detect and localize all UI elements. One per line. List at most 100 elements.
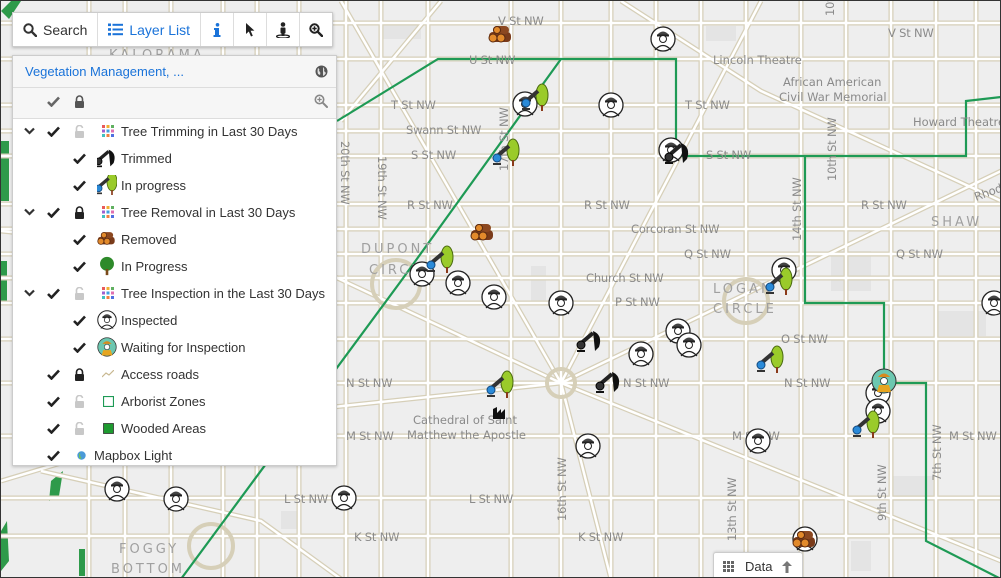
lock-toggle[interactable] bbox=[71, 118, 87, 144]
inspected-marker[interactable] bbox=[575, 433, 601, 459]
inspected-marker[interactable] bbox=[981, 290, 1001, 316]
layer-label[interactable]: Tree Removal in Last 30 Days bbox=[121, 199, 295, 225]
layer-row-tree-trimming: Tree Trimming in Last 30 Days bbox=[13, 118, 336, 144]
lock-all-icon bbox=[74, 94, 84, 108]
lock-toggle[interactable] bbox=[71, 361, 87, 387]
inspected-marker[interactable] bbox=[745, 428, 771, 454]
data-table-toggle[interactable]: Data bbox=[713, 552, 803, 577]
unlock-icon bbox=[74, 124, 84, 138]
visibility-checkbox[interactable] bbox=[45, 442, 61, 468]
logs-icon bbox=[97, 226, 117, 252]
toggle-all-visibility[interactable] bbox=[45, 88, 61, 114]
grid-legend-icon bbox=[101, 199, 115, 225]
visibility-checkbox[interactable] bbox=[71, 172, 87, 198]
inspected-marker[interactable] bbox=[598, 92, 624, 118]
layer-row-arborist-zones: Arborist Zones bbox=[13, 388, 336, 414]
visibility-checkbox[interactable] bbox=[45, 280, 61, 306]
svg-text:7th St NW: 7th St NW bbox=[930, 425, 944, 481]
layer-label[interactable]: Inspected bbox=[121, 307, 177, 333]
expand-toggle[interactable] bbox=[21, 280, 37, 306]
lock-toggle[interactable] bbox=[71, 388, 87, 414]
svg-text:10th St NW: 10th St NW bbox=[825, 117, 839, 181]
layer-label[interactable]: Access roads bbox=[121, 361, 199, 387]
layer-label[interactable]: Mapbox Light bbox=[94, 442, 172, 468]
inspected-marker[interactable] bbox=[445, 270, 471, 296]
layer-label[interactable]: Removed bbox=[121, 226, 177, 252]
svg-text:R St NW: R St NW bbox=[861, 198, 907, 212]
zoom-in-button[interactable] bbox=[300, 13, 332, 46]
toggle-all-lock[interactable] bbox=[71, 88, 87, 114]
layer-label[interactable]: In Progress bbox=[121, 253, 187, 279]
lock-toggle[interactable] bbox=[71, 199, 87, 225]
globe-icon[interactable] bbox=[315, 65, 328, 78]
layer-label[interactable]: Waiting for Inspection bbox=[121, 334, 246, 360]
layer-label[interactable]: Trimmed bbox=[121, 145, 172, 171]
visibility-checkbox[interactable] bbox=[45, 361, 61, 387]
search-button[interactable]: Search bbox=[13, 13, 99, 46]
layer-label[interactable]: Tree Inspection in the Last 30 Days bbox=[121, 280, 325, 306]
visibility-checkbox[interactable] bbox=[45, 415, 61, 441]
visibility-checkbox[interactable] bbox=[45, 388, 61, 414]
map-toolbar: Search Layer List bbox=[12, 12, 334, 47]
visibility-checkbox[interactable] bbox=[71, 253, 87, 279]
select-button[interactable] bbox=[234, 13, 268, 46]
check-icon bbox=[46, 450, 60, 461]
inspected-marker[interactable] bbox=[628, 341, 654, 367]
lock-toggle[interactable] bbox=[71, 415, 87, 441]
visibility-checkbox[interactable] bbox=[71, 307, 87, 333]
layer-label[interactable]: Tree Trimming in Last 30 Days bbox=[121, 118, 298, 144]
expand-toggle[interactable] bbox=[21, 199, 37, 225]
search-label: Search bbox=[43, 21, 88, 38]
inspected-marker[interactable] bbox=[481, 284, 507, 310]
svg-text:V St NW: V St NW bbox=[888, 26, 934, 40]
check-icon bbox=[72, 153, 86, 164]
map-title-link[interactable]: Vegetation Management, ... bbox=[25, 64, 184, 79]
svg-text:M St NW: M St NW bbox=[949, 429, 997, 443]
inspected-marker[interactable] bbox=[163, 486, 189, 512]
layer-row-removal-in-progress: In Progress bbox=[13, 253, 336, 279]
filled-square-icon bbox=[101, 415, 115, 441]
list-icon bbox=[108, 23, 124, 36]
svg-text:Howard Theatre: Howard Theatre bbox=[913, 115, 1001, 129]
check-icon bbox=[46, 369, 60, 380]
info-icon bbox=[213, 22, 221, 37]
svg-text:20th St NW: 20th St NW bbox=[338, 141, 352, 205]
visibility-checkbox[interactable] bbox=[71, 226, 87, 252]
svg-text:L St NW: L St NW bbox=[469, 492, 513, 506]
inspected-marker[interactable] bbox=[650, 26, 676, 52]
zoom-to-layers-button[interactable] bbox=[313, 88, 329, 114]
check-icon bbox=[46, 288, 60, 299]
lock-toggle[interactable] bbox=[71, 280, 87, 306]
layer-label[interactable]: Arborist Zones bbox=[121, 388, 206, 414]
inspected-marker[interactable] bbox=[331, 485, 357, 511]
layer-list-panel: Vegetation Management, ... Tree Trimming… bbox=[12, 55, 337, 466]
svg-text:Corcoran St NW: Corcoran St NW bbox=[631, 222, 719, 236]
layer-panel-header: Vegetation Management, ... bbox=[13, 56, 336, 88]
visibility-checkbox[interactable] bbox=[71, 334, 87, 360]
visibility-checkbox[interactable] bbox=[45, 118, 61, 144]
inspected-marker[interactable] bbox=[548, 290, 574, 316]
data-label: Data bbox=[745, 559, 773, 574]
expand-toggle[interactable] bbox=[21, 118, 37, 144]
grid-legend-icon bbox=[101, 118, 115, 144]
chainsaw-black-icon bbox=[97, 145, 117, 171]
identify-button[interactable] bbox=[201, 13, 235, 46]
check-icon bbox=[46, 126, 60, 137]
check-icon bbox=[72, 261, 86, 272]
svg-text:14th St NW: 14th St NW bbox=[790, 177, 804, 241]
svg-text:Matthew the Apostle: Matthew the Apostle bbox=[407, 428, 526, 442]
inspected-marker[interactable] bbox=[104, 476, 130, 502]
street-view-button[interactable] bbox=[267, 13, 301, 46]
layer-label[interactable]: Wooded Areas bbox=[121, 415, 206, 441]
waiting-inspection-marker[interactable] bbox=[871, 368, 897, 394]
chainsaw-tree-icon bbox=[97, 172, 117, 198]
layer-list-button[interactable]: Layer List bbox=[98, 13, 202, 46]
svg-text:R St NW: R St NW bbox=[584, 198, 630, 212]
area-label-logan: LOGAN bbox=[713, 282, 774, 297]
inspected-marker[interactable] bbox=[676, 332, 702, 358]
visibility-checkbox[interactable] bbox=[71, 145, 87, 171]
layer-label[interactable]: In progress bbox=[121, 172, 186, 198]
svg-text:P St NW: P St NW bbox=[615, 295, 660, 309]
visibility-checkbox[interactable] bbox=[45, 199, 61, 225]
inspector-waiting-icon bbox=[97, 334, 117, 360]
